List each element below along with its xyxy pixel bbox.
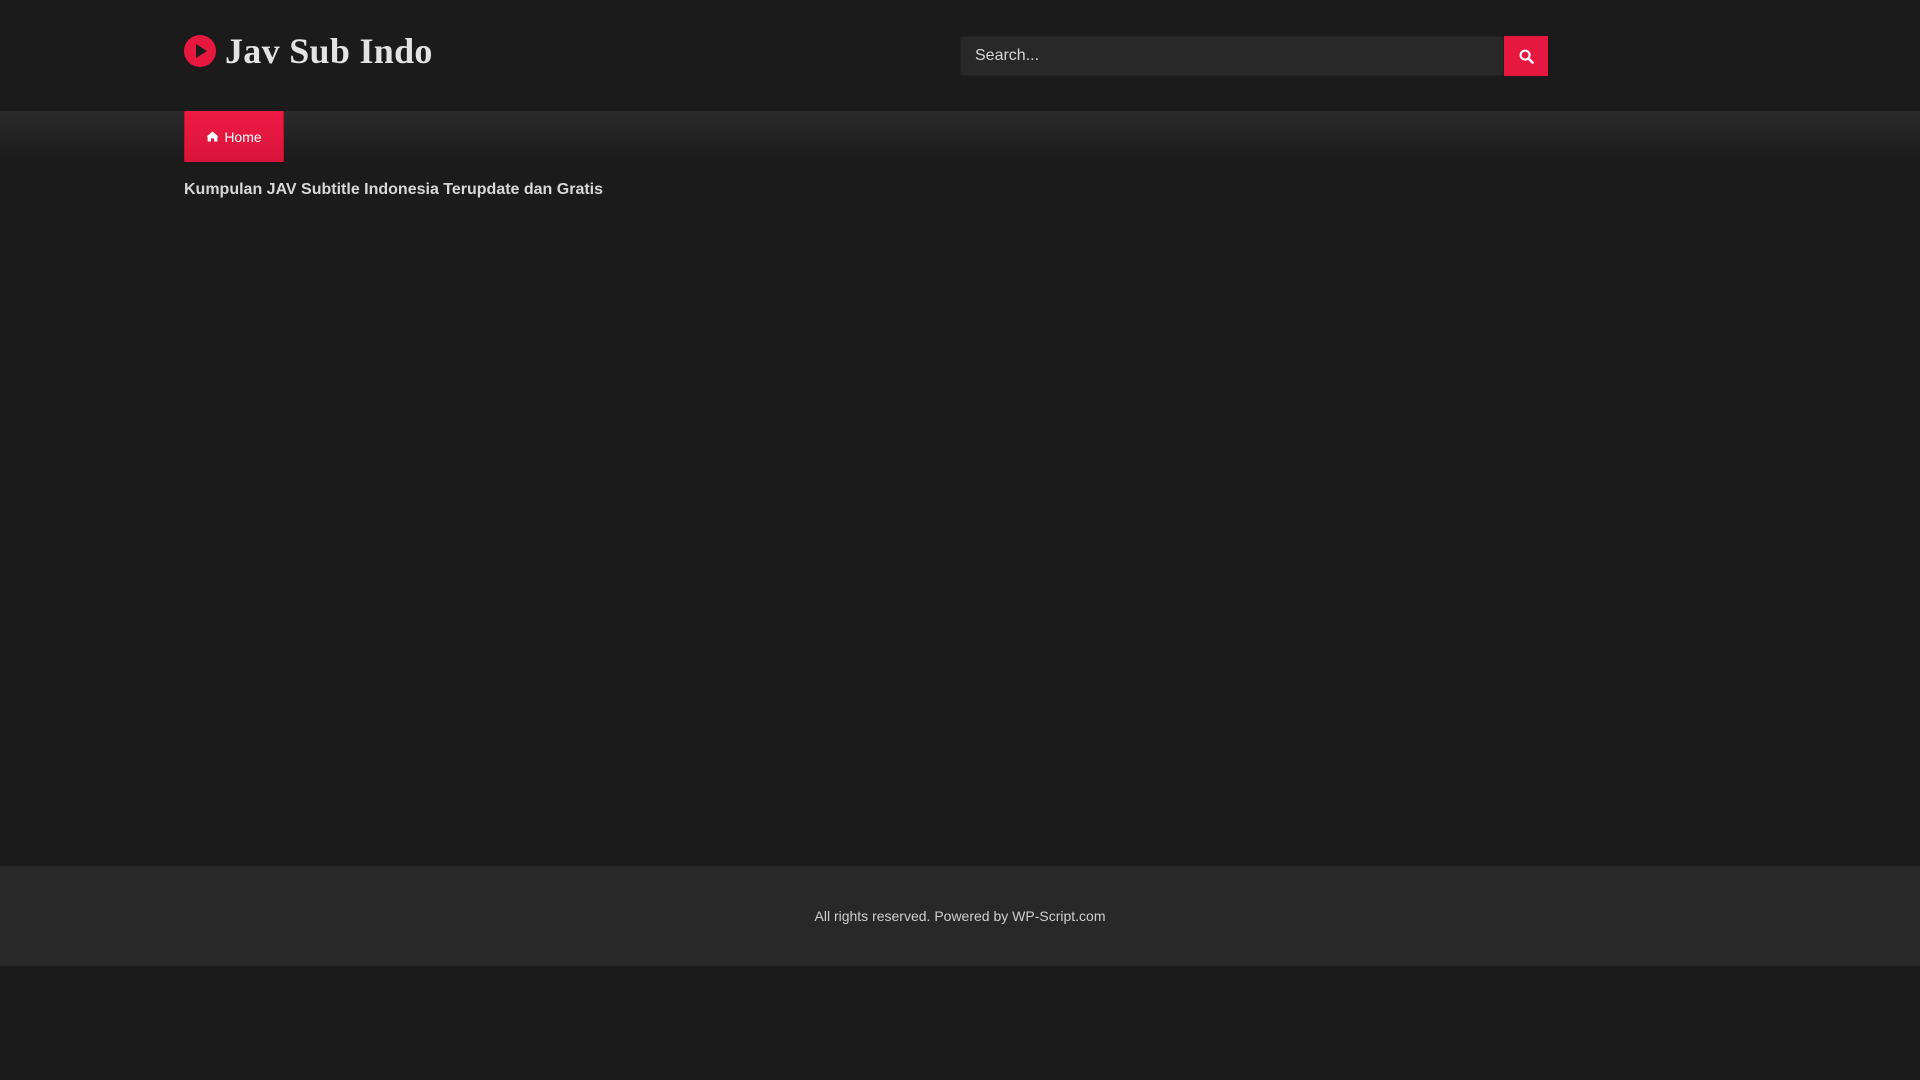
footer-copyright: All rights reserved. Powered by WP-Scrip… [814, 908, 1106, 924]
play-circle-icon [184, 35, 216, 67]
main-navigation: Home [0, 111, 1920, 162]
page-title: Kumpulan JAV Subtitle Indonesia Terupdat… [184, 181, 604, 198]
home-icon [206, 131, 219, 142]
search-button[interactable] [1504, 36, 1548, 76]
site-logo-link[interactable]: Jav Sub Indo [184, 28, 433, 74]
search-icon [1519, 49, 1534, 64]
search-form [960, 36, 1548, 76]
nav-item-label: Home [224, 128, 262, 145]
site-header: Jav Sub Indo [0, 0, 1920, 111]
search-input[interactable] [960, 36, 1504, 76]
nav-item-home[interactable]: Home [184, 111, 284, 162]
site-title: Jav Sub Indo [225, 31, 433, 71]
site-footer: All rights reserved. Powered by WP-Scrip… [0, 866, 1920, 966]
